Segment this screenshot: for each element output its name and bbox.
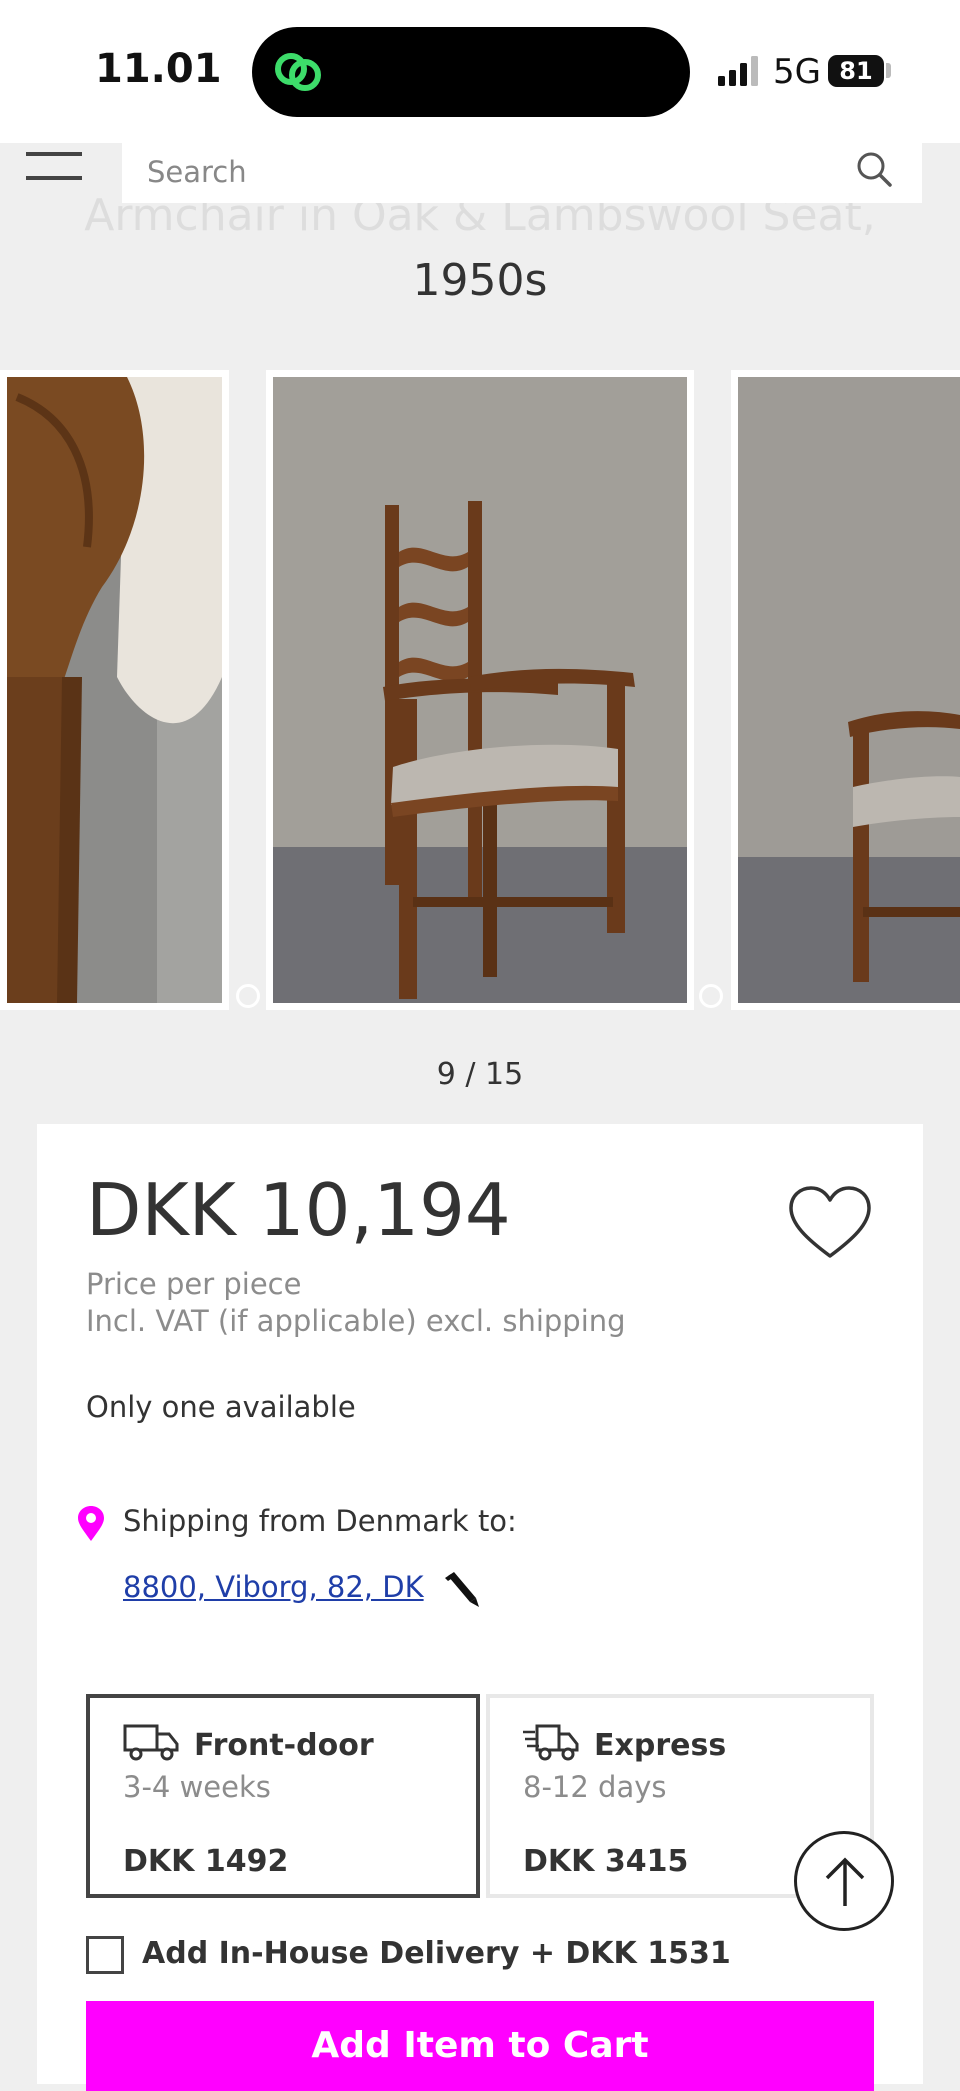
inhouse-delivery-label[interactable]: Add In-House Delivery + DKK 1531 [142,1936,731,1971]
signal-icon [718,56,758,86]
pencil-icon[interactable] [442,1570,482,1610]
shipping-option-duration: 3-4 weeks [123,1770,271,1804]
status-bar: 11.01 5G 81 [0,0,960,143]
heart-icon[interactable] [787,1184,873,1262]
chair-main-image [273,377,687,1003]
shipping-destination-link[interactable]: 8800, Viborg, 82, DK [123,1570,424,1604]
vat-note: Incl. VAT (if applicable) excl. shipping [86,1304,626,1338]
search-placeholder: Search [147,155,247,189]
network-type: 5G [773,52,821,92]
location-pin-icon [78,1506,104,1541]
menu-icon[interactable] [26,148,82,184]
carousel-dot[interactable] [236,984,260,1008]
shipping-option-name: Express [594,1728,727,1763]
gallery-counter: 9 / 15 [436,1057,524,1092]
arrow-up-icon [825,1857,865,1906]
status-time: 11.01 [95,46,222,92]
dynamic-island [252,27,690,117]
battery-tip [886,63,891,78]
image-carousel[interactable] [0,370,960,1010]
carousel-slide-current[interactable] [266,370,694,1010]
chair-side-image [738,377,960,1003]
search-icon[interactable] [854,149,894,189]
shipping-option-duration: 8-12 days [523,1770,667,1804]
inhouse-delivery-checkbox[interactable] [86,1936,124,1974]
shipping-option-front-door[interactable]: Front-door 3-4 weeks DKK 1492 [86,1694,480,1898]
search-input[interactable]: Search [122,143,922,203]
carousel-slide-prev[interactable] [0,370,229,1010]
chair-detail-image [7,377,222,1003]
shipping-option-name: Front-door [194,1728,374,1763]
carousel-slide-next[interactable] [731,370,960,1010]
price-notes: Price per piece Incl. VAT (if applicable… [86,1266,626,1340]
truck-icon [123,1724,179,1761]
add-to-cart-button[interactable]: Add Item to Cart [86,2001,874,2091]
product-title-year: 1950s [412,255,548,306]
shipping-option-price: DKK 1492 [123,1844,289,1879]
shipping-from-label: Shipping from Denmark to: [123,1504,517,1538]
scroll-to-top-button[interactable] [794,1831,894,1931]
battery-icon: 81 [828,55,884,87]
express-truck-icon [523,1724,579,1761]
availability-text: Only one available [86,1390,356,1424]
app-link-icon [275,53,321,91]
price-per-piece: Price per piece [86,1267,302,1301]
shipping-option-price: DKK 3415 [523,1844,689,1879]
carousel-dot[interactable] [699,984,723,1008]
product-price: DKK 10,194 [86,1168,511,1252]
